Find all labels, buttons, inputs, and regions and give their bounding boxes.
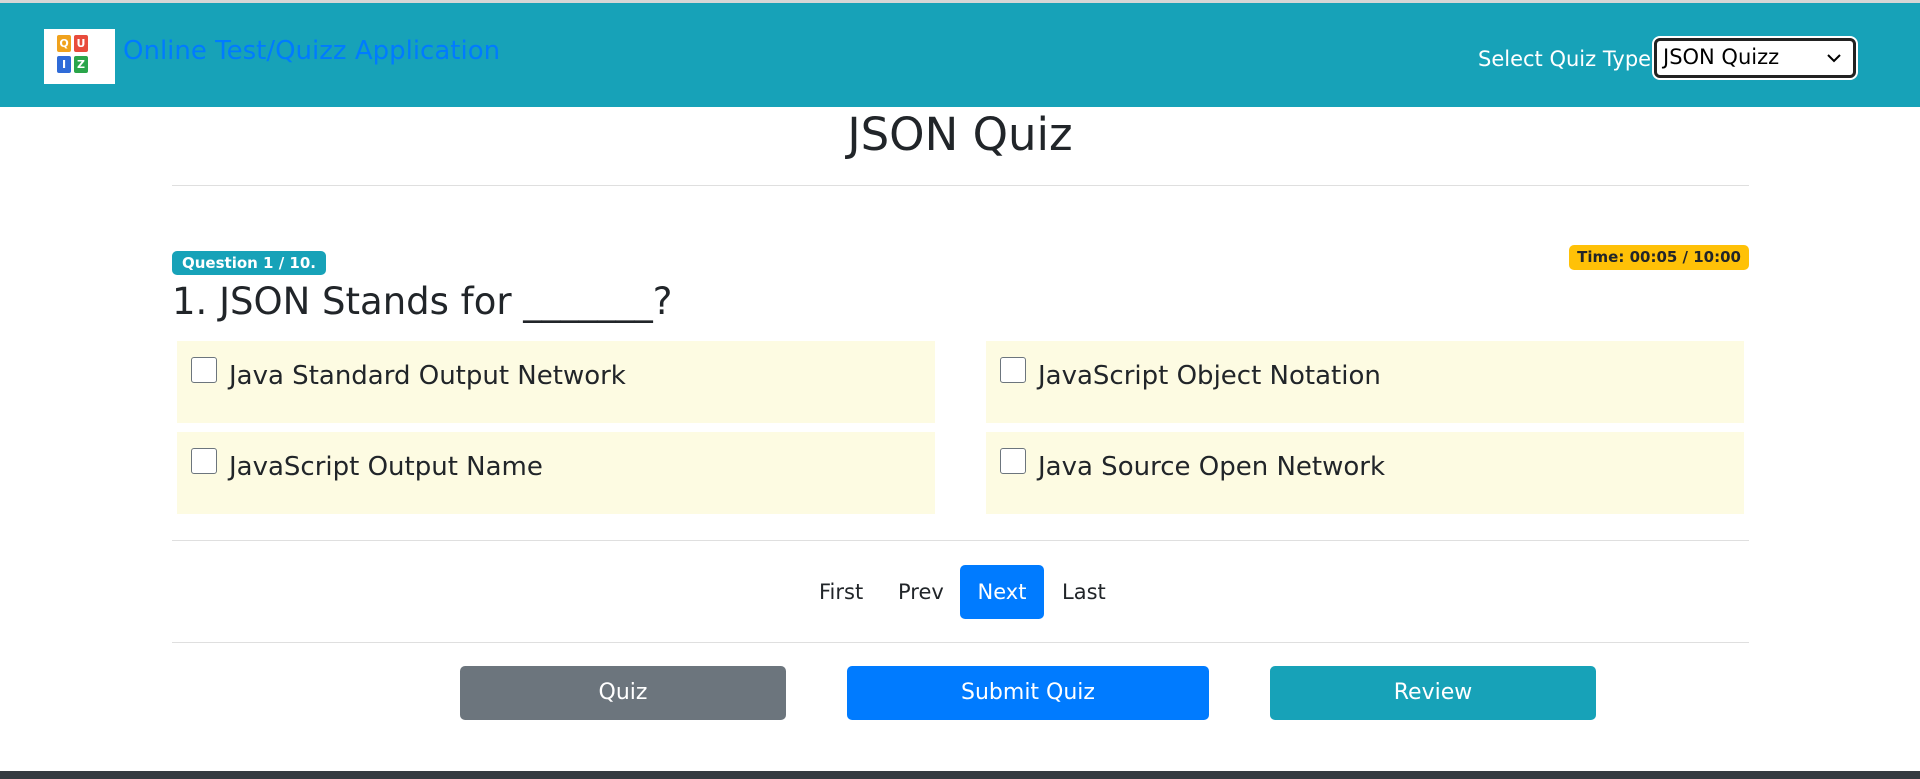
question-counter-badge: Question 1 / 10. (172, 251, 326, 275)
submit-quiz-button[interactable]: Submit Quiz (847, 666, 1209, 720)
logo-tile-z: Z (74, 56, 88, 73)
quiz-button[interactable]: Quiz (460, 666, 786, 720)
logo-tile-q: Q (57, 35, 71, 52)
question-text: 1. JSON Stands for _______? (172, 280, 673, 323)
logo-tile-i: I (57, 56, 71, 73)
quiz-logo: Q U I Z (44, 29, 115, 84)
quiz-type-select[interactable]: JSON Quizz (1654, 38, 1856, 78)
quiz-type-selected-value: JSON Quizz (1663, 45, 1780, 69)
option-3[interactable]: JavaScript Output Name (177, 432, 935, 514)
option-4-label: Java Source Open Network (1038, 452, 1386, 482)
option-4[interactable]: Java Source Open Network (986, 432, 1744, 514)
option-3-label: JavaScript Output Name (229, 452, 543, 482)
pager-first[interactable]: First (819, 565, 863, 619)
divider-title (172, 185, 1749, 186)
pager-next[interactable]: Next (960, 565, 1044, 619)
chevron-down-icon (1827, 54, 1841, 63)
option-1-label: Java Standard Output Network (229, 361, 626, 391)
footer-bar (0, 771, 1920, 779)
timer-badge: Time: 00:05 / 10:00 (1569, 245, 1749, 270)
checkbox-icon[interactable] (191, 357, 217, 383)
pager-last[interactable]: Last (1062, 565, 1106, 619)
divider-options (172, 540, 1749, 541)
review-button[interactable]: Review (1270, 666, 1596, 720)
divider-pager (172, 642, 1749, 643)
option-2[interactable]: JavaScript Object Notation (986, 341, 1744, 423)
option-1[interactable]: Java Standard Output Network (177, 341, 935, 423)
option-2-label: JavaScript Object Notation (1038, 361, 1381, 391)
pager-prev[interactable]: Prev (898, 565, 944, 619)
checkbox-icon[interactable] (1000, 448, 1026, 474)
navbar: Q U I Z Online Test/Quizz Application Se… (0, 3, 1920, 107)
checkbox-icon[interactable] (191, 448, 217, 474)
logo-tile-u: U (74, 35, 88, 52)
quiz-type-label: Select Quiz Type: (1478, 47, 1659, 71)
checkbox-icon[interactable] (1000, 357, 1026, 383)
brand-link[interactable]: Online Test/Quizz Application (123, 36, 500, 66)
quiz-title: JSON Quiz (847, 108, 1073, 161)
